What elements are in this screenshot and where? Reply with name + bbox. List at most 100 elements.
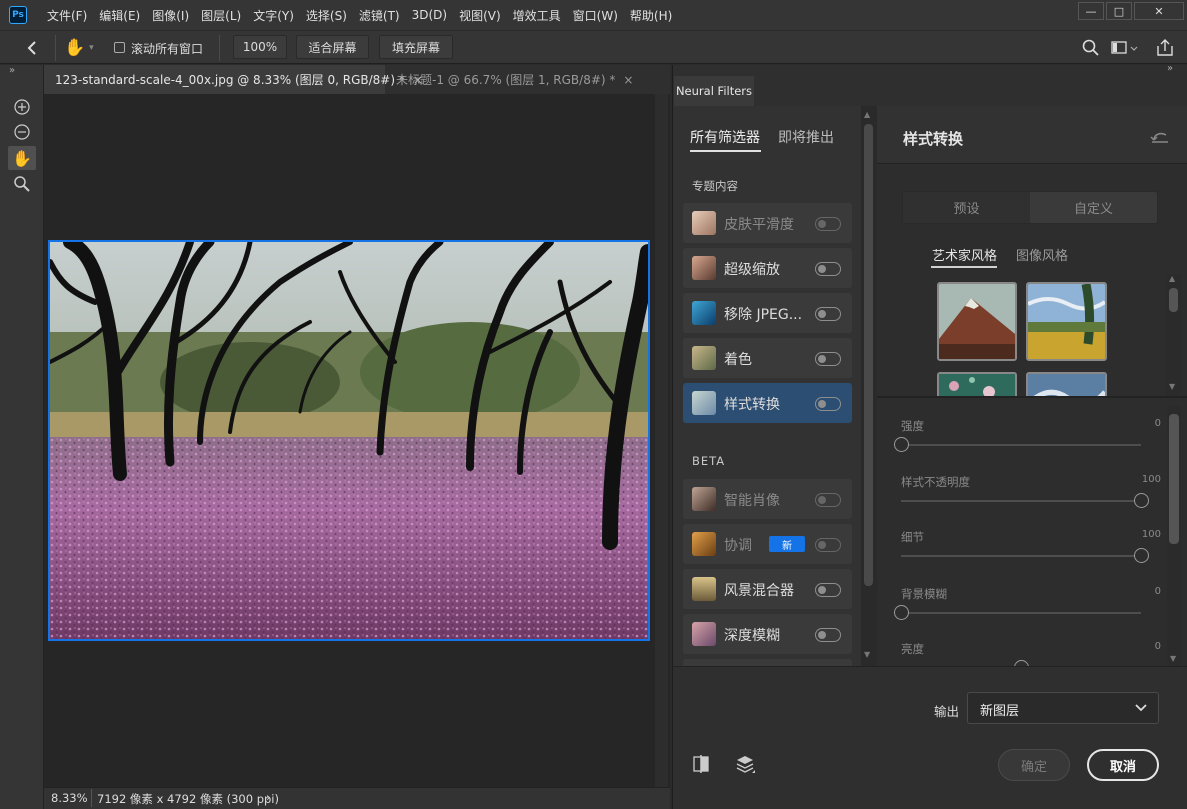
filter-next-partial	[683, 659, 852, 666]
segment-preset[interactable]: 预设	[903, 192, 1030, 223]
scroll-thumb[interactable]	[1169, 288, 1178, 312]
slider-knob[interactable]	[1134, 548, 1149, 563]
layers-icon[interactable]	[735, 753, 757, 775]
zoom-out-tool[interactable]	[10, 121, 34, 143]
filter-toggle[interactable]	[815, 538, 841, 552]
fit-screen-button[interactable]: 适合屏幕	[296, 35, 369, 59]
tab-document-1[interactable]: 123-standard-scale-4_00x.jpg @ 8.33% (图层…	[44, 65, 423, 94]
filter-label: 深度模糊	[724, 628, 780, 644]
canvas-scrollbar[interactable]	[655, 94, 668, 787]
zoom-in-tool[interactable]	[10, 96, 34, 118]
menu-image[interactable]: 图像(I)	[152, 7, 189, 24]
depth-blur-icon	[692, 622, 716, 646]
filter-depth-blur[interactable]: 深度模糊	[683, 614, 852, 654]
zoom-level-field[interactable]: 8.33%	[51, 791, 88, 805]
minimize-button[interactable]: —	[1078, 2, 1104, 20]
share-button[interactable]	[1154, 37, 1176, 59]
hand-tool[interactable]: ✋	[8, 146, 36, 170]
filter-toggle[interactable]	[815, 583, 841, 597]
scroll-all-checkbox[interactable]	[114, 42, 125, 53]
filter-list-scrollbar[interactable]: ▲ ▼	[861, 106, 877, 666]
tab-close-icon[interactable]: ×	[623, 73, 633, 87]
segment-custom[interactable]: 自定义	[1030, 192, 1157, 223]
fill-screen-button[interactable]: 填充屏幕	[379, 35, 453, 59]
menu-type[interactable]: 文字(Y)	[253, 7, 294, 24]
filter-jpeg-removal[interactable]: 移除 JPEG...	[683, 293, 852, 333]
hand-tool-preset[interactable]: ✋ ▾	[64, 37, 104, 59]
style-transfer-icon	[692, 391, 716, 415]
back-button[interactable]	[22, 38, 42, 58]
menu-help[interactable]: 帮助(H)	[630, 7, 672, 24]
style-thumb-lilies[interactable]	[937, 372, 1017, 396]
menu-filter[interactable]: 滤镜(T)	[359, 7, 400, 24]
slider-knob[interactable]	[894, 605, 909, 620]
slider-track[interactable]	[901, 444, 1141, 446]
category-coming-soon[interactable]: 即将推出	[778, 127, 834, 147]
tab-image-style[interactable]: 图像风格	[1016, 245, 1068, 264]
filter-toggle[interactable]	[815, 217, 841, 231]
search-button[interactable]	[1081, 38, 1101, 58]
menu-edit[interactable]: 编辑(E)	[99, 7, 140, 24]
style-thumb-wheatfield[interactable]	[1026, 282, 1107, 361]
tab-document-2[interactable]: 未标题-1 @ 66.7% (图层 1, RGB/8#) * ×	[385, 65, 633, 94]
canvas-area[interactable]	[44, 94, 670, 787]
menu-select[interactable]: 选择(S)	[306, 7, 347, 24]
slider-track[interactable]	[901, 555, 1141, 557]
scroll-down-icon[interactable]: ▼	[1170, 654, 1176, 663]
menu-window[interactable]: 窗口(W)	[573, 7, 618, 24]
filter-style-transfer[interactable]: 样式转换	[683, 383, 852, 423]
menu-layer[interactable]: 图层(L)	[201, 7, 241, 24]
close-window-button[interactable]: ✕	[1134, 2, 1184, 20]
neural-filters-footer: 输出 新图层 确定 取消	[672, 666, 1187, 809]
tab-neural-filters[interactable]: Neural Filters	[674, 76, 754, 106]
scroll-thumb[interactable]	[1169, 414, 1179, 544]
filter-skin-smoothing[interactable]: 皮肤平滑度	[683, 203, 852, 243]
zoom-tool[interactable]	[10, 173, 34, 195]
compare-view-icon[interactable]	[691, 754, 711, 774]
menu-plugins[interactable]: 增效工具	[513, 7, 561, 24]
scroll-up-icon[interactable]: ▲	[1169, 274, 1175, 283]
slider-knob[interactable]	[1134, 493, 1149, 508]
style-thumb-mountain[interactable]	[937, 282, 1017, 361]
cancel-button[interactable]: 取消	[1087, 749, 1159, 781]
style-transfer-title: 样式转换	[903, 130, 964, 148]
filter-toggle[interactable]	[815, 352, 841, 366]
ok-button[interactable]: 确定	[998, 749, 1070, 781]
filter-toggle[interactable]	[815, 397, 841, 411]
sliders-scrollbar[interactable]: ▼	[1167, 406, 1181, 666]
tab-artist-style[interactable]: 艺术家风格	[932, 245, 997, 264]
output-label: 输出	[934, 704, 960, 719]
filter-smart-portrait[interactable]: 智能肖像	[683, 479, 852, 519]
maximize-button[interactable]: □	[1106, 2, 1132, 20]
chevron-right-icon[interactable]: ›	[266, 790, 271, 804]
filter-toggle[interactable]	[815, 493, 841, 507]
document-canvas-image[interactable]	[48, 240, 650, 641]
style-thumb-wave[interactable]	[1026, 372, 1107, 396]
scroll-down-icon[interactable]: ▼	[864, 650, 870, 659]
filter-label: 着色	[724, 352, 752, 368]
menu-file[interactable]: 文件(F)	[47, 7, 87, 24]
output-select[interactable]: 新图层	[967, 692, 1159, 724]
filter-landscape-mixer[interactable]: 风景混合器	[683, 569, 852, 609]
scroll-up-icon[interactable]: ▲	[864, 110, 870, 119]
thumbnails-scrollbar[interactable]: ▲ ▼	[1166, 274, 1181, 396]
filter-colorize[interactable]: 着色	[683, 338, 852, 378]
scroll-down-icon[interactable]: ▼	[1169, 382, 1175, 391]
filter-harmonize[interactable]: 协调 新	[683, 524, 852, 564]
filter-toggle[interactable]	[815, 262, 841, 276]
filter-toggle[interactable]	[815, 628, 841, 642]
scroll-thumb[interactable]	[864, 124, 873, 586]
slider-track[interactable]	[901, 612, 1141, 614]
zoom-100-button[interactable]: 100%	[233, 35, 287, 59]
filter-super-zoom[interactable]: 超级缩放	[683, 248, 852, 288]
filter-toggle[interactable]	[815, 307, 841, 321]
collapse-panel-icon[interactable]: »	[1167, 63, 1173, 74]
slider-track[interactable]	[901, 500, 1141, 502]
category-all-filters[interactable]: 所有筛选器	[690, 127, 760, 147]
workspace-button[interactable]	[1110, 38, 1140, 58]
reset-icon[interactable]	[1149, 128, 1171, 146]
slider-knob[interactable]	[894, 437, 909, 452]
collapse-toolbar-icon[interactable]: »	[9, 65, 15, 76]
menu-view[interactable]: 视图(V)	[459, 7, 501, 24]
menu-3d[interactable]: 3D(D)	[412, 8, 447, 22]
